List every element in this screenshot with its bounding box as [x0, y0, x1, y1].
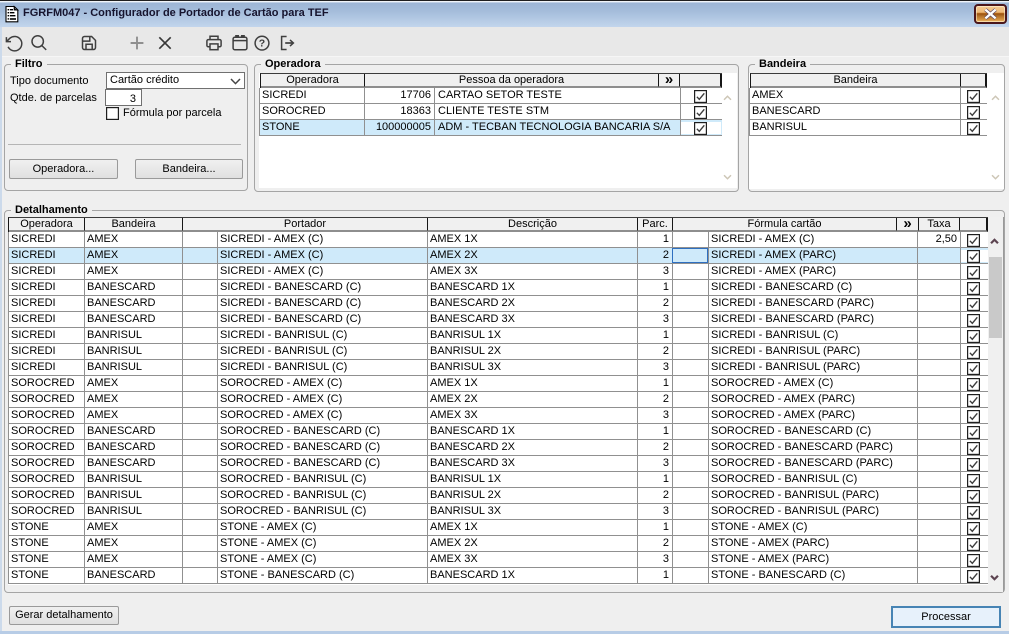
- svg-text:?: ?: [259, 38, 265, 50]
